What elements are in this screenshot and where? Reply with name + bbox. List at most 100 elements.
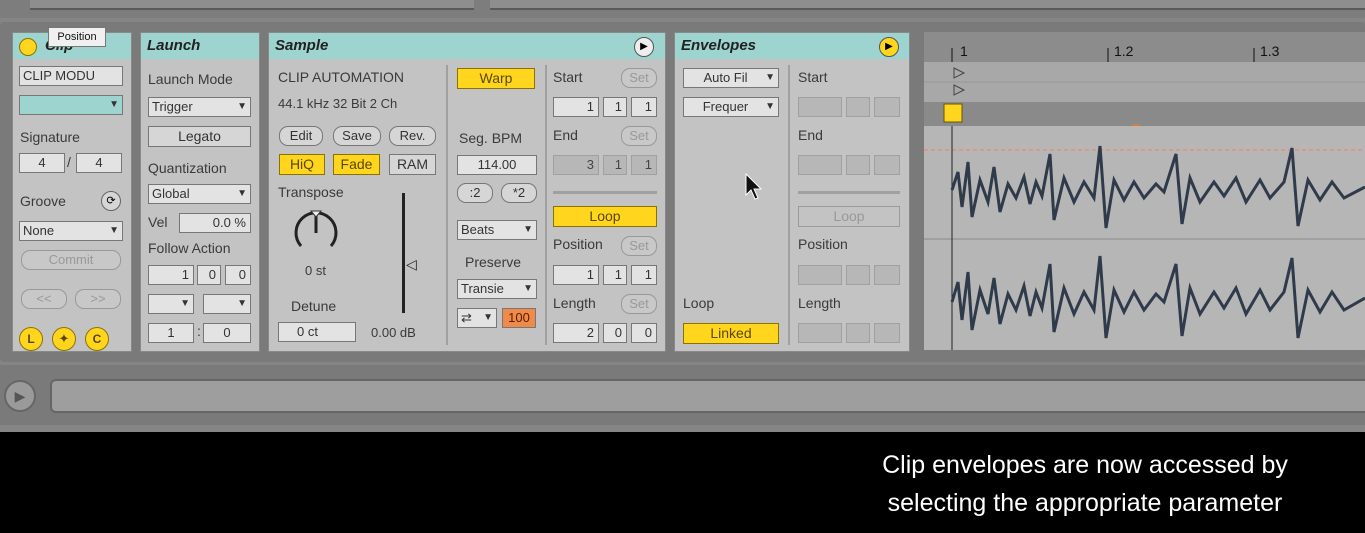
clip-panel: Clip CLIP MODU ▼ Signature 4 / 4 Groove … [12,32,132,352]
nudge-back-button[interactable]: << [21,289,67,309]
start-beats-field[interactable]: 1 [603,97,627,117]
env-position-bars-field[interactable] [798,265,842,285]
length-sixteenths-field[interactable]: 0 [631,323,657,343]
sample-expand-icon[interactable]: ▶ [634,37,654,57]
half-tempo-button[interactable]: :2 [457,183,493,203]
seg-bpm-field[interactable]: 114.00 [457,155,537,175]
detune-field[interactable]: 0 ct [278,322,356,342]
signature-label: Signature [20,129,80,145]
launch-panel-title: Launch [141,33,259,59]
follow-action-beats[interactable]: 0 [197,265,221,285]
envelope-toggle-icon[interactable]: C [85,327,109,351]
caption-line-2: selecting the appropriate parameter [887,489,1283,517]
transpose-knob-icon[interactable] [291,208,341,258]
save-button[interactable]: Save [333,126,381,146]
position-sixteenths-field[interactable]: 1 [631,265,657,285]
markers-divider [545,65,547,345]
sample-toggle-icon[interactable]: ✦ [52,327,76,351]
caption-line-1: Clip envelopes are now accessed by [882,451,1288,479]
quantization-dropdown[interactable]: Global [148,184,251,204]
commit-button[interactable]: Commit [21,250,121,270]
env-end-beats-field[interactable] [846,155,870,175]
length-beats-field[interactable]: 0 [603,323,627,343]
end-sixteenths-field[interactable]: 1 [631,155,657,175]
env-loop-button[interactable]: Loop [798,206,900,227]
loop-mode-dropdown[interactable]: ⇄ [457,308,497,328]
env-start-bars-field[interactable] [798,97,842,117]
preserve-dropdown[interactable]: Transie [457,279,537,299]
nudge-forward-button[interactable]: >> [75,289,121,309]
end-beats-field[interactable]: 1 [603,155,627,175]
length-label: Length [553,295,596,311]
waveform-display[interactable]: 1 1.2 1.3 [924,32,1365,350]
length-bars-field[interactable]: 2 [553,323,599,343]
start-bars-field[interactable]: 1 [553,97,599,117]
start-set-button[interactable]: Set [621,68,657,88]
env-position-beats-field[interactable] [846,265,870,285]
signature-denominator[interactable]: 4 [76,153,122,173]
env-start-sixteenths-field[interactable] [874,97,900,117]
envelopes-expand-icon[interactable]: ▶ [879,37,899,57]
double-tempo-button[interactable]: *2 [501,183,537,203]
follow-action-sixteenths[interactable]: 0 [225,265,251,285]
position-beats-field[interactable]: 1 [603,265,627,285]
top-track-strip [30,0,474,10]
follow-chance-a[interactable]: 1 [148,323,194,343]
env-length-bars-field[interactable] [798,323,842,343]
follow-chance-b[interactable]: 0 [203,323,251,343]
top-bar [0,0,1365,18]
ruler-mark-1-2: 1.2 [1114,43,1134,59]
signature-numerator[interactable]: 4 [19,153,65,173]
follow-action-a-dropdown[interactable] [148,294,194,314]
launch-mode-dropdown[interactable]: Trigger [148,97,251,117]
groove-dropdown[interactable]: None [19,221,123,241]
reverse-button[interactable]: Rev. [389,126,436,146]
end-set-button[interactable]: Set [621,126,657,146]
launch-toggle-icon[interactable]: L [19,327,43,351]
clip-activator-icon[interactable] [19,38,37,56]
envelope-parameter-dropdown[interactable]: Frequer [683,97,779,117]
gain-slider-handle-icon[interactable]: ◁ [406,256,417,273]
sample-info: 44.1 kHz 32 Bit 2 Ch [278,96,398,111]
sample-display[interactable]: 1 1.2 1.3 [924,32,1365,350]
clip-name-field[interactable]: CLIP MODU [19,66,123,86]
env-length-sixteenths-field[interactable] [874,323,900,343]
env-end-bars-field[interactable] [798,155,842,175]
env-end-sixteenths-field[interactable] [874,155,900,175]
follow-action-b-dropdown[interactable] [203,294,251,314]
envelope-amount-field[interactable]: 100 [502,308,536,328]
ram-button[interactable]: RAM [389,154,436,175]
velocity-field[interactable]: 0.0 % [179,213,251,233]
legato-button[interactable]: Legato [148,126,251,147]
overview-bar[interactable] [50,379,1365,413]
env-length-label: Length [798,295,841,311]
clip-color-dropdown[interactable]: ▼ [19,95,123,115]
env-length-beats-field[interactable] [846,323,870,343]
env-loop-divider [798,191,900,194]
end-bars-field[interactable]: 3 [553,155,599,175]
follow-action-bars[interactable]: 1 [148,265,194,285]
env-start-beats-field[interactable] [846,97,870,117]
start-sixteenths-field[interactable]: 1 [631,97,657,117]
gain-slider-track[interactable] [402,193,405,313]
position-set-button[interactable]: Set [621,236,657,256]
edit-button[interactable]: Edit [279,126,323,146]
play-icon[interactable]: ▶ [4,380,36,412]
preserve-label: Preserve [465,254,522,270]
hiq-button[interactable]: HiQ [279,154,325,175]
length-set-button[interactable]: Set [621,294,657,314]
linked-button[interactable]: Linked [683,323,779,344]
envelope-loop-label: Loop [683,295,715,311]
seg-bpm-label: Seg. BPM [459,130,523,146]
loop-button[interactable]: Loop [553,206,657,227]
fade-button[interactable]: Fade [333,154,380,175]
warp-button[interactable]: Warp [457,68,535,89]
groove-hotswap-icon[interactable]: ⟳ [101,191,121,211]
position-label: Position [553,236,603,252]
position-bars-field[interactable]: 1 [553,265,599,285]
top-track-strip-right [490,0,1365,10]
envelope-device-dropdown[interactable]: Auto Fil [683,68,779,88]
warp-mode-dropdown[interactable]: Beats [457,220,537,240]
ableton-window: Clip CLIP MODU ▼ Signature 4 / 4 Groove … [0,0,1365,432]
env-position-sixteenths-field[interactable] [874,265,900,285]
